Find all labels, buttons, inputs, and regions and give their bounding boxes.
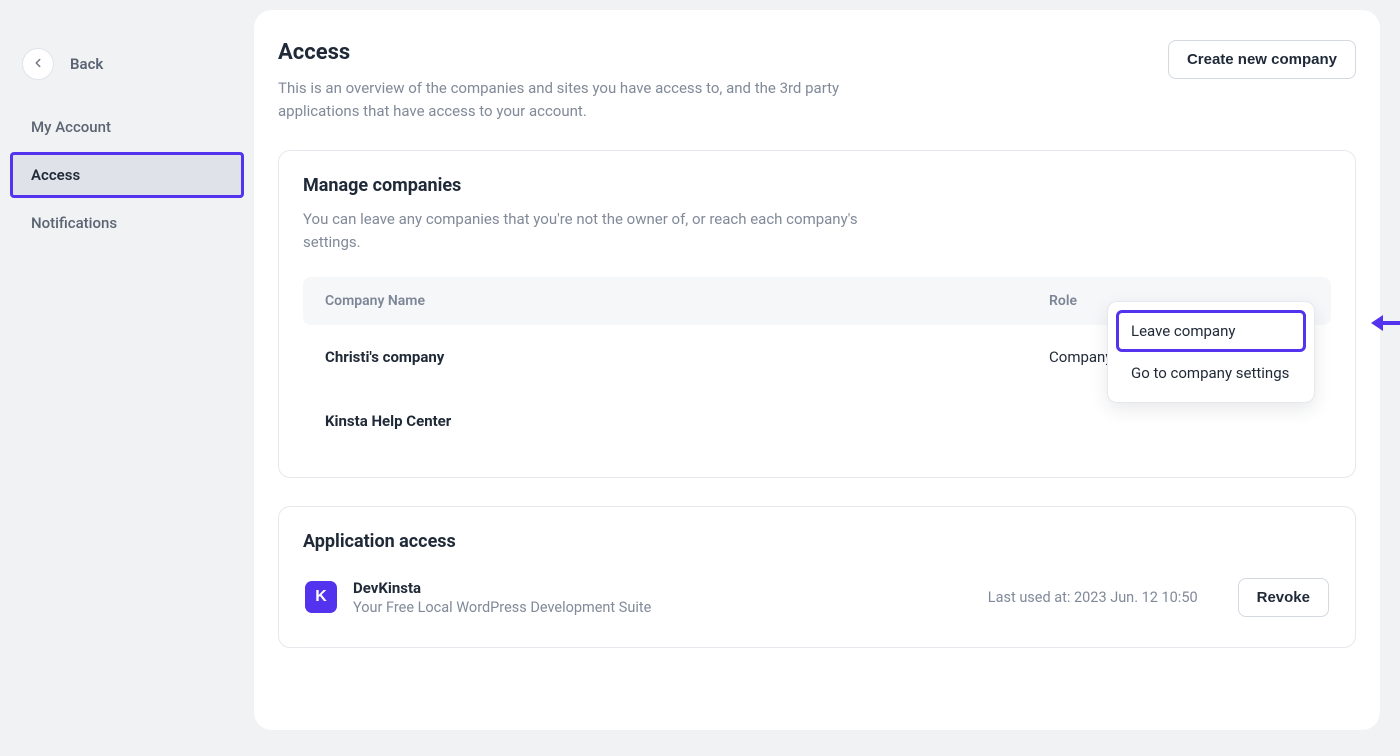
arrow-left-icon: [31, 56, 45, 73]
app-description: Your Free Local WordPress Development Su…: [353, 599, 972, 616]
app-icon: K: [305, 581, 337, 613]
sidebar: Back My Account Access Notifications: [0, 0, 254, 756]
manage-companies-title: Manage companies: [303, 175, 1331, 196]
annotation-arrow: [1371, 315, 1400, 331]
page-header: Access This is an overview of the compan…: [278, 40, 1356, 122]
manage-companies-card: Manage companies You can leave any compa…: [278, 150, 1356, 478]
back-label: Back: [70, 55, 103, 73]
back-button[interactable]: [22, 48, 54, 80]
menu-company-settings[interactable]: Go to company settings: [1116, 352, 1306, 394]
arrow-line: [1383, 321, 1400, 325]
back-nav: Back: [10, 48, 244, 104]
company-name-cell: Christi's company: [325, 348, 1049, 366]
company-name-cell: Kinsta Help Center: [325, 412, 1049, 430]
revoke-button[interactable]: Revoke: [1238, 578, 1329, 617]
row-actions-menu: Leave company Go to company settings: [1107, 301, 1315, 403]
page-title: Access: [278, 40, 898, 65]
main-panel: Access This is an overview of the compan…: [254, 10, 1380, 730]
application-row: K DevKinsta Your Free Local WordPress De…: [303, 572, 1331, 623]
page-subtitle: This is an overview of the companies and…: [278, 77, 898, 122]
create-company-button[interactable]: Create new company: [1168, 40, 1356, 79]
app-last-used: Last used at: 2023 Jun. 12 10:50: [988, 589, 1198, 606]
application-access-card: Application access K DevKinsta Your Free…: [278, 506, 1356, 648]
app-name: DevKinsta: [353, 579, 972, 597]
sidebar-item-my-account[interactable]: My Account: [10, 104, 244, 150]
manage-companies-description: You can leave any companies that you're …: [303, 208, 883, 255]
app-icon-letter: K: [315, 588, 327, 606]
col-company-name: Company Name: [325, 293, 1049, 309]
sidebar-item-notifications[interactable]: Notifications: [10, 200, 244, 246]
arrow-left-head-icon: [1371, 315, 1383, 331]
sidebar-item-access[interactable]: Access: [10, 152, 244, 198]
menu-leave-company[interactable]: Leave company: [1116, 310, 1306, 352]
application-access-title: Application access: [303, 531, 1331, 552]
